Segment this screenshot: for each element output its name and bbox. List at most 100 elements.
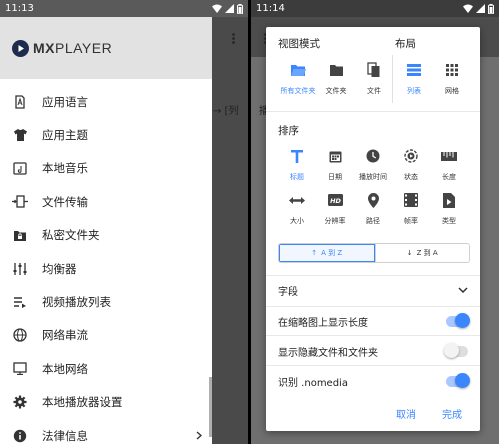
option-label: 文件 — [367, 87, 381, 95]
view-mode-files[interactable]: 文件 — [352, 61, 396, 96]
status-bar: 11:14 — [251, 0, 499, 17]
option-label: 分辨率 — [324, 217, 346, 225]
chevron-right-icon — [196, 429, 203, 443]
file-type-icon — [427, 191, 471, 209]
playlist-icon — [12, 294, 28, 310]
gear-icon — [12, 394, 28, 410]
arrow-down-icon: ↓ — [406, 249, 413, 257]
toggle-switch[interactable] — [446, 313, 470, 328]
background-text: → [列 — [213, 106, 239, 117]
more-options-icon — [232, 29, 235, 48]
menu-label: 应用主题 — [42, 128, 88, 143]
sort-desc-button[interactable]: ↓ Z 到 A — [374, 244, 470, 262]
view-mode-title: 视图模式 — [278, 38, 320, 50]
setting-recognize-nomedia[interactable]: 识别 .nomedia — [278, 367, 470, 395]
files-icon — [352, 61, 396, 79]
menu-item-legal-info[interactable]: 法律信息 — [0, 419, 212, 444]
menu-item-app-language[interactable]: 应用语言 — [0, 85, 212, 118]
menu-label: 均衡器 — [42, 261, 77, 276]
section-divider — [266, 111, 480, 112]
sort-desc-label: Z 到 A — [416, 249, 438, 257]
grid-icon — [430, 61, 474, 79]
option-label: 所有文件夹 — [280, 87, 316, 95]
sort-asc-button[interactable]: ↑ A 到 Z — [279, 244, 375, 262]
signal-icon — [225, 4, 234, 13]
option-label: 网格 — [445, 87, 459, 95]
navigation-drawer: MXPLAYER 应用语言 应用主题 本地音乐 文件传输 私密文件夹 均衡器 视… — [0, 17, 212, 444]
menu-item-video-playlist[interactable]: 视频播放列表 — [0, 285, 212, 318]
menu-item-player-settings[interactable]: 本地播放器设置 — [0, 386, 212, 419]
sort-direction-toggle: ↑ A 到 Z ↓ Z 到 A — [278, 243, 470, 263]
dialog-actions: 取消 完成 — [396, 406, 462, 421]
view-settings-dialog: 视图模式 布局 所有文件夹 文件夹 文件 列表 网格 排序 标题 日期 播放时间… — [266, 27, 480, 431]
chevron-down-icon — [458, 285, 468, 296]
layout-title: 布局 — [395, 38, 416, 50]
option-label: 播放时间 — [359, 173, 387, 181]
option-label: 帧率 — [404, 217, 418, 225]
menu-item-local-music[interactable]: 本地音乐 — [0, 152, 212, 185]
menu-item-app-theme[interactable]: 应用主题 — [0, 118, 212, 151]
cancel-button[interactable]: 取消 — [396, 406, 416, 421]
menu-label: 本地音乐 — [42, 161, 88, 176]
fields-expander[interactable]: 字段 — [278, 276, 468, 304]
status-bar: 11:13 — [0, 0, 248, 17]
drawer-menu: 应用语言 应用主题 本地音乐 文件传输 私密文件夹 均衡器 视频播放列表 网络串… — [0, 79, 212, 444]
toggle-knob — [455, 313, 470, 328]
option-label: 类型 — [442, 217, 456, 225]
wifi-icon — [463, 4, 473, 13]
info-icon — [12, 428, 28, 444]
menu-item-local-network[interactable]: 本地网络 — [0, 352, 212, 385]
setting-show-length-on-thumbnail[interactable]: 在缩略图上显示长度 — [278, 307, 470, 335]
screenshot-root: 11:13 MXPLAYER 应用语言 应用主题 本地音乐 文件传输 私密文件夹… — [0, 0, 499, 444]
mx-player-logo: MXPLAYER — [12, 39, 113, 57]
arrow-up-icon: ↑ — [311, 249, 318, 257]
left-screen: 11:13 MXPLAYER 应用语言 应用主题 本地音乐 文件传输 私密文件夹… — [0, 0, 248, 444]
menu-label: 网络串流 — [42, 328, 88, 343]
setting-label: 识别 .nomedia — [278, 377, 348, 389]
svg-text:HD: HD — [330, 197, 341, 205]
equalizer-icon — [12, 261, 28, 277]
toggle-knob — [455, 373, 470, 388]
status-time: 11:13 — [5, 3, 34, 14]
tshirt-icon — [12, 127, 28, 143]
option-label: 长度 — [442, 173, 456, 181]
wifi-icon — [212, 4, 222, 13]
menu-item-network-stream[interactable]: 网络串流 — [0, 319, 212, 352]
option-label: 状态 — [404, 173, 418, 181]
sort-by-length[interactable]: 长度 — [427, 147, 471, 182]
option-label: 大小 — [290, 217, 304, 225]
file-transfer-icon — [12, 194, 28, 210]
status-time: 11:14 — [256, 3, 285, 14]
layout-grid[interactable]: 网格 — [430, 61, 474, 96]
logo-text: MXPLAYER — [33, 40, 113, 56]
battery-icon — [237, 3, 243, 14]
toggle-switch[interactable] — [446, 373, 470, 388]
section-divider — [266, 335, 480, 336]
fields-label: 字段 — [278, 286, 298, 298]
monitor-icon — [12, 361, 28, 377]
menu-label: 私密文件夹 — [42, 228, 100, 243]
option-label: 日期 — [328, 173, 342, 181]
setting-label: 在缩略图上显示长度 — [278, 317, 368, 329]
setting-label: 显示隐藏文件和文件夹 — [278, 347, 378, 359]
menu-label: 应用语言 — [42, 94, 88, 109]
status-icons — [212, 3, 243, 14]
setting-show-hidden-files[interactable]: 显示隐藏文件和文件夹 — [278, 337, 468, 365]
signal-icon — [476, 4, 485, 13]
sort-by-type[interactable]: 类型 — [427, 191, 471, 226]
status-icons — [463, 3, 494, 14]
done-button[interactable]: 完成 — [442, 406, 462, 421]
menu-item-private-folder[interactable]: 私密文件夹 — [0, 219, 212, 252]
menu-label: 文件传输 — [42, 194, 88, 209]
globe-icon — [12, 327, 28, 343]
language-icon — [12, 94, 28, 110]
lock-folder-icon — [12, 227, 28, 243]
sort-title: 排序 — [278, 125, 299, 137]
menu-label: 本地网络 — [42, 361, 88, 376]
toggle-switch[interactable] — [444, 343, 468, 358]
menu-item-file-transfer[interactable]: 文件传输 — [0, 185, 212, 218]
menu-label: 本地播放器设置 — [42, 395, 123, 410]
menu-item-equalizer[interactable]: 均衡器 — [0, 252, 212, 285]
sort-asc-label: A 到 Z — [321, 249, 343, 257]
scrim-behind-drawer[interactable] — [212, 17, 248, 444]
